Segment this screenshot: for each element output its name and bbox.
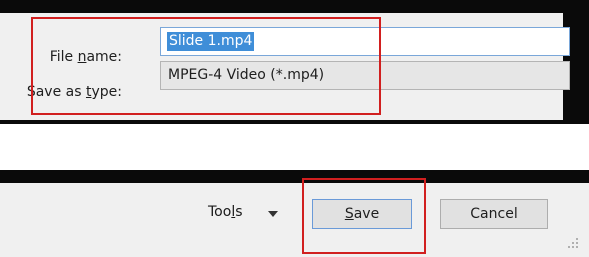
annotation-highlight-save (302, 178, 426, 254)
top-dark-bar (0, 0, 589, 13)
chevron-down-icon (268, 211, 278, 217)
tools-label: Tools (208, 204, 243, 220)
annotation-highlight-fields (31, 17, 381, 115)
blank-gap (0, 124, 589, 170)
tools-dropdown-button[interactable]: Tools (196, 200, 296, 228)
resize-grip-icon[interactable] (568, 238, 580, 250)
cancel-button[interactable]: Cancel (440, 199, 548, 229)
dark-separator (0, 170, 589, 183)
